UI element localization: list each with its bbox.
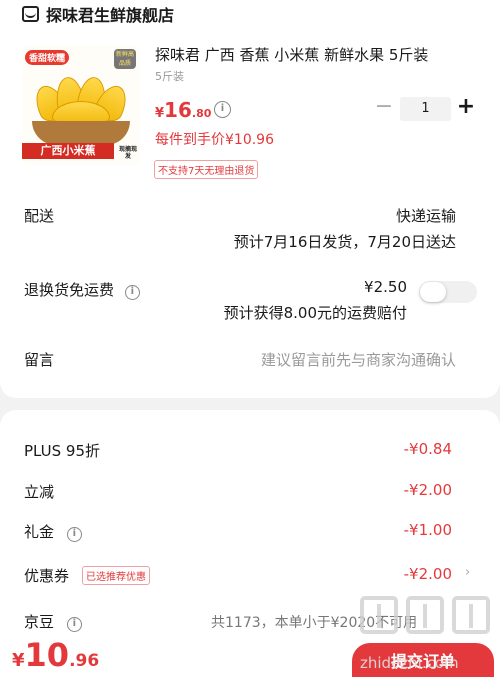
price-dec: .80 <box>191 107 212 120</box>
coupon-label[interactable]: 优惠券 <box>24 565 69 586</box>
remark-input[interactable]: 建议留言前先与商家沟通确认 <box>261 349 456 370</box>
instant-discount-value: -¥2.00 <box>403 481 452 499</box>
delivery-label: 配送 <box>24 207 55 225</box>
decrease-quantity-button[interactable]: − <box>373 96 395 120</box>
toggle-knob <box>420 282 446 302</box>
price-int: 16 <box>164 98 192 122</box>
return-shipping-text: 退换货免运费 <box>24 281 115 299</box>
product-title[interactable]: 探味君 广西 香蕉 小米蕉 新鲜水果 5斤装 <box>155 44 428 65</box>
image-band-side: 现摘现发 <box>118 146 137 160</box>
submit-order-button[interactable]: 提交订单 <box>352 643 494 677</box>
plus-discount-label: PLUS 95折 <box>24 442 101 460</box>
jd-beans-note: 共1173，本单小于¥2020不可用 <box>211 615 418 631</box>
delivery-schedule: 预计7月16日发货，7月20日送达 <box>233 233 456 251</box>
price-symbol: ¥ <box>155 106 165 121</box>
quantity-field[interactable]: 1 <box>400 97 451 121</box>
return-info-icon[interactable]: i <box>124 285 140 300</box>
instant-discount-label: 立减 <box>24 483 55 501</box>
jd-beans-text: 京豆 <box>24 613 55 631</box>
image-band: 广西小米蕉 <box>22 143 114 159</box>
jd-beans-info-icon[interactable]: i <box>66 617 82 632</box>
return-shipping-desc: 预计获得8.00元的运费赔付 <box>223 304 407 322</box>
hand-price: 每件到手价¥10.96 <box>155 132 274 148</box>
product-spec: 5斤装 <box>155 70 184 83</box>
chevron-right-icon[interactable]: › <box>465 565 470 580</box>
plus-discount-value: -¥0.84 <box>403 440 452 458</box>
basket-shape <box>32 121 130 145</box>
image-tag: 香甜软糯 <box>25 50 70 65</box>
increase-quantity-button[interactable]: + <box>455 95 477 119</box>
coupon-value[interactable]: -¥2.00 <box>404 565 452 583</box>
gift-money-text: 礼金 <box>24 523 55 541</box>
product-image[interactable]: 香甜软糯 新鲜高品质 广西小米蕉 现摘现发 <box>22 45 140 165</box>
price-info-icon[interactable]: i <box>214 101 231 118</box>
image-badge: 新鲜高品质 <box>114 49 136 69</box>
delivery-method[interactable]: 快递运输 <box>396 205 456 226</box>
remark-label: 留言 <box>24 351 55 369</box>
total-price: ¥10.96 <box>12 636 99 674</box>
product-price: ¥16.80 <box>155 98 211 122</box>
gift-info-icon[interactable]: i <box>66 527 82 542</box>
total-int: 10 <box>24 636 70 674</box>
shop-header[interactable]: 探味君生鲜旗舰店 <box>22 3 174 25</box>
gift-money-label: 礼金 i <box>24 521 82 542</box>
shop-name: 探味君生鲜旗舰店 <box>46 6 175 25</box>
no-return-badge: 不支持7天无理由退货 <box>154 160 259 179</box>
total-dec: .96 <box>69 651 100 671</box>
coupon-tag: 已选推荐优惠 <box>82 566 150 585</box>
total-symbol: ¥ <box>12 650 25 671</box>
return-shipping-toggle[interactable] <box>419 281 477 303</box>
store-icon <box>22 6 39 22</box>
gift-money-value: -¥1.00 <box>403 521 452 539</box>
return-shipping-price: ¥2.50 <box>364 278 407 296</box>
return-shipping-label: 退换货免运费 i <box>24 279 140 300</box>
jd-beans-label: 京豆 i <box>24 611 82 632</box>
